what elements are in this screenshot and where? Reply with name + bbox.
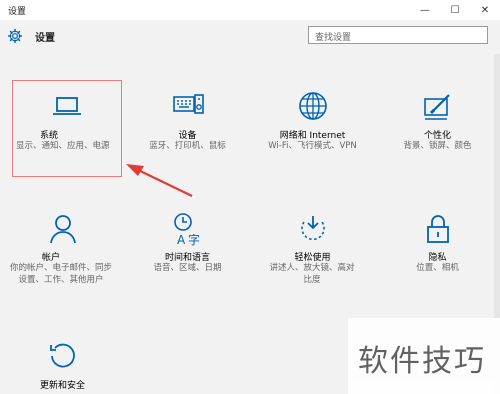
ease-of-access-icon	[300, 216, 325, 241]
annotation-arrow	[126, 164, 193, 197]
tile-desc: 蓝牙、打印机、鼠标	[149, 141, 226, 151]
tile-update-security[interactable]: 更新和安全	[10, 340, 115, 394]
window-title: 设置	[8, 7, 27, 17]
minimize-button[interactable]: —	[410, 0, 440, 20]
close-button[interactable]: ✕	[470, 0, 500, 20]
search-input[interactable]: 查找设置	[308, 26, 488, 44]
person-icon	[49, 215, 76, 244]
tile-ease-of-access[interactable]: 轻松使用 讲述人、放大镜、高对比度	[260, 212, 365, 307]
lock-icon	[426, 215, 449, 243]
tile-accounts[interactable]: 帐户 你的帐户、电子邮件、同步设置、工作、其他用户	[10, 212, 115, 307]
watermark-text: 软件技巧	[358, 344, 486, 379]
svg-text:字: 字	[188, 232, 200, 246]
tile-desc: 显示、通知、应用、电源	[16, 141, 110, 151]
time-language-icon: A 字	[173, 213, 200, 246]
watermark: 软件技巧	[348, 318, 500, 394]
tile-privacy[interactable]: 隐私 位置、相机	[385, 212, 490, 307]
tile-desc: 你的帐户、电子邮件、同步设置、工作、其他用户	[10, 263, 113, 285]
tile-desc: 讲述人、放大镜、高对比度	[269, 263, 355, 285]
tile-desc: Wi-Fi、飞行模式、VPN	[268, 141, 357, 151]
search-placeholder: 查找设置	[315, 33, 352, 43]
keyboard-speaker-icon	[172, 94, 204, 114]
tile-desc: 位置、相机	[416, 263, 459, 273]
svg-text:A: A	[177, 233, 186, 246]
settings-header: 设置 查找设置	[0, 20, 500, 54]
tile-desc: 背景、锁屏、颜色	[403, 141, 472, 151]
paint-icon	[423, 94, 450, 120]
title-bar: 设置 — ☐ ✕	[0, 0, 500, 20]
tile-label: 更新和安全	[39, 381, 85, 391]
refresh-icon	[49, 343, 75, 368]
tile-desc: 语音、区域、日期	[153, 263, 222, 273]
globe-icon	[298, 92, 327, 120]
maximize-button[interactable]: ☐	[440, 0, 470, 20]
gear-icon	[7, 28, 23, 44]
laptop-icon	[53, 97, 81, 115]
tile-system[interactable]: 系统 显示、通知、应用、电源	[12, 88, 122, 178]
tile-personalization[interactable]: 个性化 背景、锁屏、颜色	[385, 88, 490, 178]
page-title: 设置	[35, 33, 55, 44]
tile-network[interactable]: 网络和 Internet Wi-Fi、飞行模式、VPN	[255, 88, 370, 178]
tile-time-language[interactable]: A 字 时间和语言 语音、区域、日期	[135, 212, 240, 307]
